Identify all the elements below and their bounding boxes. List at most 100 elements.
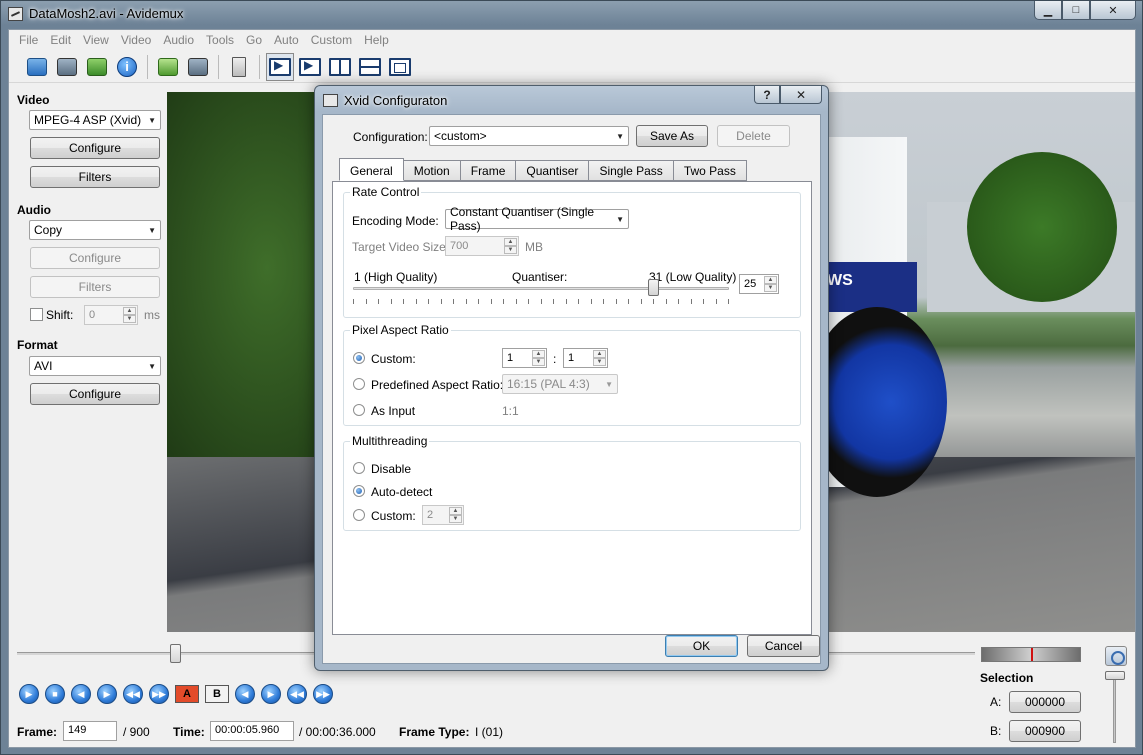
save-button[interactable]	[53, 53, 81, 81]
spin-down-icon[interactable]: ▼	[593, 358, 606, 366]
open-folder-button[interactable]	[154, 53, 182, 81]
spin-up-icon[interactable]: ▲	[504, 238, 517, 246]
layout-arrow-button[interactable]	[266, 52, 294, 81]
tab-frame[interactable]: Frame	[460, 160, 517, 181]
menu-auto[interactable]: Auto	[268, 30, 305, 50]
multithreading-disable-radio[interactable]	[353, 462, 365, 474]
selection-b-button[interactable]: 000900	[1009, 720, 1081, 742]
set-marker-a-button[interactable]: A	[175, 685, 199, 703]
next-keyframe-button[interactable]: ▶▶	[149, 684, 169, 704]
go-to-end-button[interactable]: ▶▶	[313, 684, 333, 704]
shift-input[interactable]: 0 ▲ ▼	[84, 305, 138, 325]
previous-keyframe-button[interactable]: ◀◀	[123, 684, 143, 704]
target-size-spin-arrows[interactable]: ▲ ▼	[504, 238, 517, 254]
shift-checkbox[interactable]	[30, 308, 43, 321]
quantiser-slider-track[interactable]	[353, 287, 729, 290]
menu-file[interactable]: File	[13, 30, 44, 50]
layout-arrow2-button[interactable]	[296, 53, 324, 81]
menu-help[interactable]: Help	[358, 30, 395, 50]
audio-filters-button[interactable]: Filters	[30, 276, 160, 298]
delete-button[interactable]: Delete	[717, 125, 790, 147]
frame-input[interactable]: 149	[63, 721, 117, 741]
spin-down-icon[interactable]: ▼	[123, 315, 136, 323]
video-codec-select[interactable]: MPEG-4 ASP (Xvid) ▼	[29, 110, 161, 130]
title-bar[interactable]: DataMosh2.avi - Avidemux ▁ □ ✕	[1, 1, 1142, 28]
next-frame-button[interactable]: ▶	[97, 684, 117, 704]
pixel-aspect-numerator-input[interactable]: 1 ▲ ▼	[502, 348, 547, 368]
video-configure-button[interactable]: Configure	[30, 137, 160, 159]
selection-a-button[interactable]: 000000	[1009, 691, 1081, 713]
configuration-select[interactable]: <custom> ▼	[429, 126, 629, 146]
dialog-help-button[interactable]: ?	[754, 86, 780, 104]
predefined-aspect-radio[interactable]	[353, 378, 365, 390]
thread-count-input[interactable]: 2 ▲ ▼	[422, 505, 464, 525]
layout-vsplit-button[interactable]	[326, 53, 354, 81]
maximize-button[interactable]: □	[1062, 1, 1090, 20]
info-button[interactable]: i	[113, 53, 141, 81]
pixel-aspect-custom-radio[interactable]	[353, 352, 365, 364]
append-button[interactable]	[83, 53, 111, 81]
multithreading-custom-radio[interactable]	[353, 509, 365, 521]
encoding-mode-select[interactable]: Constant Quantiser (Single Pass) ▼	[445, 205, 629, 233]
tab-general[interactable]: General	[339, 158, 404, 181]
spin-up-icon[interactable]: ▲	[449, 507, 462, 515]
volume-slider-handle[interactable]	[1105, 671, 1125, 680]
quantiser-slider-handle[interactable]	[648, 279, 660, 296]
tab-motion[interactable]: Motion	[403, 160, 461, 181]
volume-slider[interactable]	[1113, 673, 1116, 743]
menu-tools[interactable]: Tools	[200, 30, 240, 50]
minimize-button[interactable]: ▁	[1034, 1, 1062, 20]
spin-up-icon[interactable]: ▲	[532, 350, 545, 358]
tab-single-pass[interactable]: Single Pass	[589, 160, 674, 181]
spin-down-icon[interactable]: ▼	[504, 246, 517, 254]
predefined-aspect-select[interactable]: 16:15 (PAL 4:3) ▼	[502, 374, 618, 394]
thread-count-spin-arrows[interactable]: ▲ ▼	[449, 507, 462, 523]
menu-video[interactable]: Video	[115, 30, 157, 50]
audio-codec-select[interactable]: Copy ▼	[29, 220, 161, 240]
menu-view[interactable]: View	[77, 30, 115, 50]
go-to-start-button[interactable]: ◀◀	[287, 684, 307, 704]
target-size-input[interactable]: 700 ▲ ▼	[445, 236, 519, 256]
time-input[interactable]: 00:00:05.960	[210, 721, 294, 741]
format-select[interactable]: AVI ▼	[29, 356, 161, 376]
volume-icon[interactable]	[1105, 646, 1127, 666]
pixel-aspect-denominator-input[interactable]: 1 ▲ ▼	[563, 348, 608, 368]
dialog-close-button[interactable]: ✕	[780, 86, 822, 104]
close-button[interactable]: ✕	[1090, 1, 1136, 20]
play-button[interactable]: ▶	[19, 684, 39, 704]
spin-down-icon[interactable]: ▼	[532, 358, 545, 366]
spin-down-icon[interactable]: ▼	[449, 515, 462, 523]
menu-audio[interactable]: Audio	[157, 30, 200, 50]
multithreading-auto-radio[interactable]	[353, 485, 365, 497]
next-black-frame-button[interactable]: ▶	[261, 684, 281, 704]
spin-down-icon[interactable]: ▼	[764, 284, 777, 292]
spin-up-icon[interactable]: ▲	[593, 350, 606, 358]
menu-go[interactable]: Go	[240, 30, 268, 50]
layout-single-button[interactable]	[386, 53, 414, 81]
format-configure-button[interactable]: Configure	[30, 383, 160, 405]
save-alt-button[interactable]	[184, 53, 212, 81]
calculator-button[interactable]	[225, 53, 253, 81]
shift-spin-arrows[interactable]: ▲ ▼	[123, 307, 136, 323]
ok-button[interactable]: OK	[665, 635, 738, 657]
menu-edit[interactable]: Edit	[44, 30, 77, 50]
spin-up-icon[interactable]: ▲	[764, 276, 777, 284]
set-marker-b-button[interactable]: B	[205, 685, 229, 703]
tab-quantiser[interactable]: Quantiser	[516, 160, 590, 181]
tab-two-pass[interactable]: Two Pass	[673, 160, 747, 181]
previous-frame-button[interactable]: ◀	[71, 684, 91, 704]
quantiser-spin-arrows[interactable]: ▲ ▼	[764, 276, 777, 292]
timeline-scrubber[interactable]	[169, 644, 181, 663]
spin-up-icon[interactable]: ▲	[123, 307, 136, 315]
audio-configure-button[interactable]: Configure	[30, 247, 160, 269]
menu-custom[interactable]: Custom	[305, 30, 358, 50]
save-as-button[interactable]: Save As	[636, 125, 708, 147]
previous-black-frame-button[interactable]: ◀	[235, 684, 255, 704]
numerator-spin-arrows[interactable]: ▲ ▼	[532, 350, 545, 366]
quantiser-input[interactable]: 25 ▲ ▼	[739, 274, 779, 294]
cancel-button[interactable]: Cancel	[747, 635, 820, 657]
denominator-spin-arrows[interactable]: ▲ ▼	[593, 350, 606, 366]
open-button[interactable]	[23, 53, 51, 81]
layout-hsplit-button[interactable]	[356, 53, 384, 81]
as-input-radio[interactable]	[353, 404, 365, 416]
